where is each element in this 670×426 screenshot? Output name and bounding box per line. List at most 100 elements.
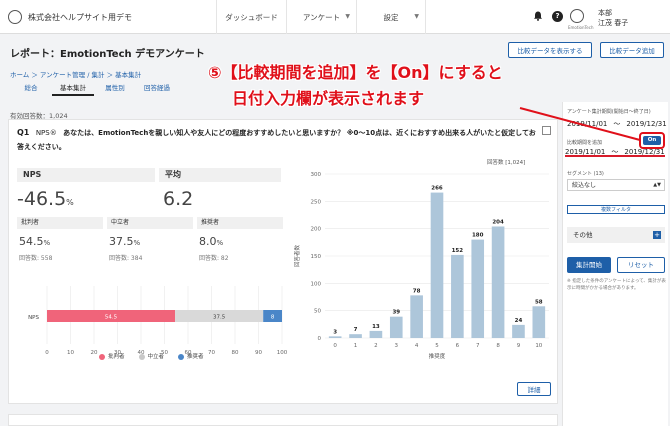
other-section[interactable]: その他 + — [567, 227, 665, 243]
multi-filter-button[interactable]: 複数フィルタ — [567, 205, 665, 214]
bell-icon[interactable] — [533, 11, 543, 21]
histogram-bar — [430, 192, 444, 338]
y-tick-label: 150 — [311, 254, 322, 260]
question-body: あなたは、EmotionTechを親しい知人や友人にどの程度おすすめしたいと思い… — [17, 129, 536, 151]
next-question-card — [8, 414, 558, 426]
y-axis-label: 回答者数 — [293, 245, 301, 268]
score-distribution-chart: 0501001502002503003071132393784266515261… — [293, 172, 549, 360]
question-text: Q1 NPS® あなたは、EmotionTechを親しい知人や友人にどの程度おす… — [17, 126, 537, 154]
promoter-value: 8.0% — [199, 235, 224, 248]
promoter-header: 推奨者 — [197, 217, 283, 229]
x-tick-label: 4 — [415, 343, 419, 349]
panel-note: ※ 指定した条件のアンケートによって、集計が表示に時間がかかる場合があります。 — [567, 279, 666, 291]
y-tick-label: 50 — [314, 309, 321, 315]
nps-stacked-bar-chart: 0102030405060708090100NPS54.537.58 — [28, 286, 287, 356]
bar-value-label: 180 — [472, 233, 484, 239]
x-tick-label: 0 — [333, 343, 337, 349]
question-tag: NPS® — [35, 129, 57, 137]
user-name[interactable]: 江茂 春子 — [598, 18, 628, 28]
tab-attribute[interactable]: 属性別 — [94, 80, 136, 96]
segment-label: 8 — [271, 315, 275, 321]
tab-overview[interactable]: 総合 — [10, 80, 52, 96]
histogram-bar — [532, 306, 546, 338]
chevron-down-icon: ▼ — [414, 13, 419, 20]
y-tick-label: 300 — [311, 172, 322, 178]
annotation-line-2: 日付入力欄が表示されます — [232, 89, 425, 108]
tab-progress[interactable]: 回答経過 — [136, 80, 178, 96]
report-title-bar: レポート：EmotionTech デモアンケート 比較データを表示する 比較デー… — [0, 34, 670, 64]
segment-select[interactable]: 絞込なし ▲▼ — [567, 179, 665, 191]
detractor-header: 批判者 — [17, 217, 103, 229]
segment-label: セグメント (13) — [567, 171, 604, 177]
add-compare-button[interactable]: 比較データ追加 — [600, 42, 664, 58]
passive-value: 37.5% — [109, 235, 141, 248]
x-tick-label: 9 — [517, 343, 521, 349]
bar-value-label: 3 — [333, 329, 337, 335]
plus-icon[interactable]: + — [653, 231, 661, 239]
x-tick-label: 80 — [232, 350, 239, 356]
chart-response-count: 回答数 [1,024] — [487, 160, 526, 166]
x-tick-label: 20 — [91, 350, 98, 356]
x-tick-label: 2 — [374, 343, 378, 349]
y-tick-label: 200 — [311, 227, 322, 233]
bar-value-label: 39 — [392, 310, 400, 316]
histogram-bar — [471, 239, 485, 338]
page-title: レポート：EmotionTech デモアンケート — [10, 49, 205, 60]
report-tabs: 総合 基本集計 属性別 回答経過 — [10, 80, 178, 96]
nav-settings-label: 設定 — [383, 12, 399, 22]
bar-value-label: 58 — [535, 299, 543, 305]
y-tick-label: 0 — [318, 336, 322, 342]
segment-label: 54.5 — [105, 315, 118, 321]
period-dates[interactable]: 2019/11/01 〜 2019/12/31 — [567, 119, 667, 129]
chevron-down-icon: ▼ — [345, 13, 350, 20]
detractor-count: 回答数: 558 — [19, 255, 53, 262]
company-logo[interactable] — [8, 10, 22, 24]
show-compare-button[interactable]: 比較データを表示する — [508, 42, 592, 58]
x-tick-label: 7 — [476, 343, 480, 349]
x-tick-label: 1 — [354, 343, 358, 349]
x-tick-label: 3 — [395, 343, 399, 349]
bar-value-label: 13 — [372, 324, 380, 330]
period-label: アンケート集計期間(開始日〜終了日) — [567, 109, 651, 115]
histogram-bar — [410, 295, 423, 338]
top-header: 株式会社ヘルプサイト用デモ ダッシュボード アンケート ▼ 設定 ▼ ? Emo… — [0, 0, 670, 34]
histogram-bar — [349, 334, 362, 338]
bar-value-label: 7 — [354, 327, 358, 333]
nps-header: NPS — [17, 168, 155, 182]
segment-label: 37.5 — [213, 315, 226, 321]
legend-promoter: 推奨者 — [178, 352, 204, 360]
x-tick-label: 10 — [535, 343, 542, 349]
bar-value-label: 204 — [492, 219, 504, 225]
avatar[interactable] — [570, 9, 584, 23]
x-tick-label: 8 — [496, 343, 500, 349]
image-icon[interactable] — [542, 126, 551, 135]
bar-value-label: 266 — [431, 186, 443, 192]
histogram-bar — [451, 254, 464, 338]
bar-value-label: 78 — [413, 288, 421, 294]
tab-basic[interactable]: 基本集計 — [52, 80, 94, 96]
compare-toggle[interactable]: On — [643, 136, 661, 145]
nav-dashboard[interactable]: ダッシュボード — [216, 0, 286, 34]
nav-survey[interactable]: アンケート ▼ — [286, 0, 356, 34]
question-number: Q1 — [17, 128, 30, 137]
x-tick-label: 5 — [435, 343, 439, 349]
user-department: 本部 — [598, 9, 612, 17]
help-icon[interactable]: ? — [552, 11, 563, 22]
avatar-label: EmotionTech — [568, 25, 594, 30]
run-aggregate-button[interactable]: 集計開始 — [567, 257, 611, 273]
compare-label: 比較期間を追加 — [567, 140, 603, 146]
reset-button[interactable]: リセット — [617, 257, 665, 273]
nav-survey-label: アンケート — [302, 12, 341, 22]
chevron-down-icon: ▲▼ — [653, 182, 661, 188]
x-tick-label: 100 — [277, 350, 287, 356]
average-header: 平均 — [159, 168, 281, 182]
detail-button[interactable]: 詳細 — [517, 382, 551, 396]
legend-detractor: 批判者 — [99, 352, 125, 360]
breadcrumb[interactable]: ホーム ＞ アンケート管理 / 集計 ＞ 基本集計 — [10, 69, 141, 79]
legend-passive: 中立者 — [138, 352, 164, 360]
filter-panel: アンケート集計期間(開始日〜終了日) 2019/11/01 〜 2019/12/31… — [562, 102, 668, 426]
category-label: NPS — [28, 315, 39, 321]
nav-settings[interactable]: 設定 ▼ — [356, 0, 426, 34]
bar-value-label: 24 — [515, 318, 523, 324]
nps-value: -46.5% — [17, 188, 74, 210]
